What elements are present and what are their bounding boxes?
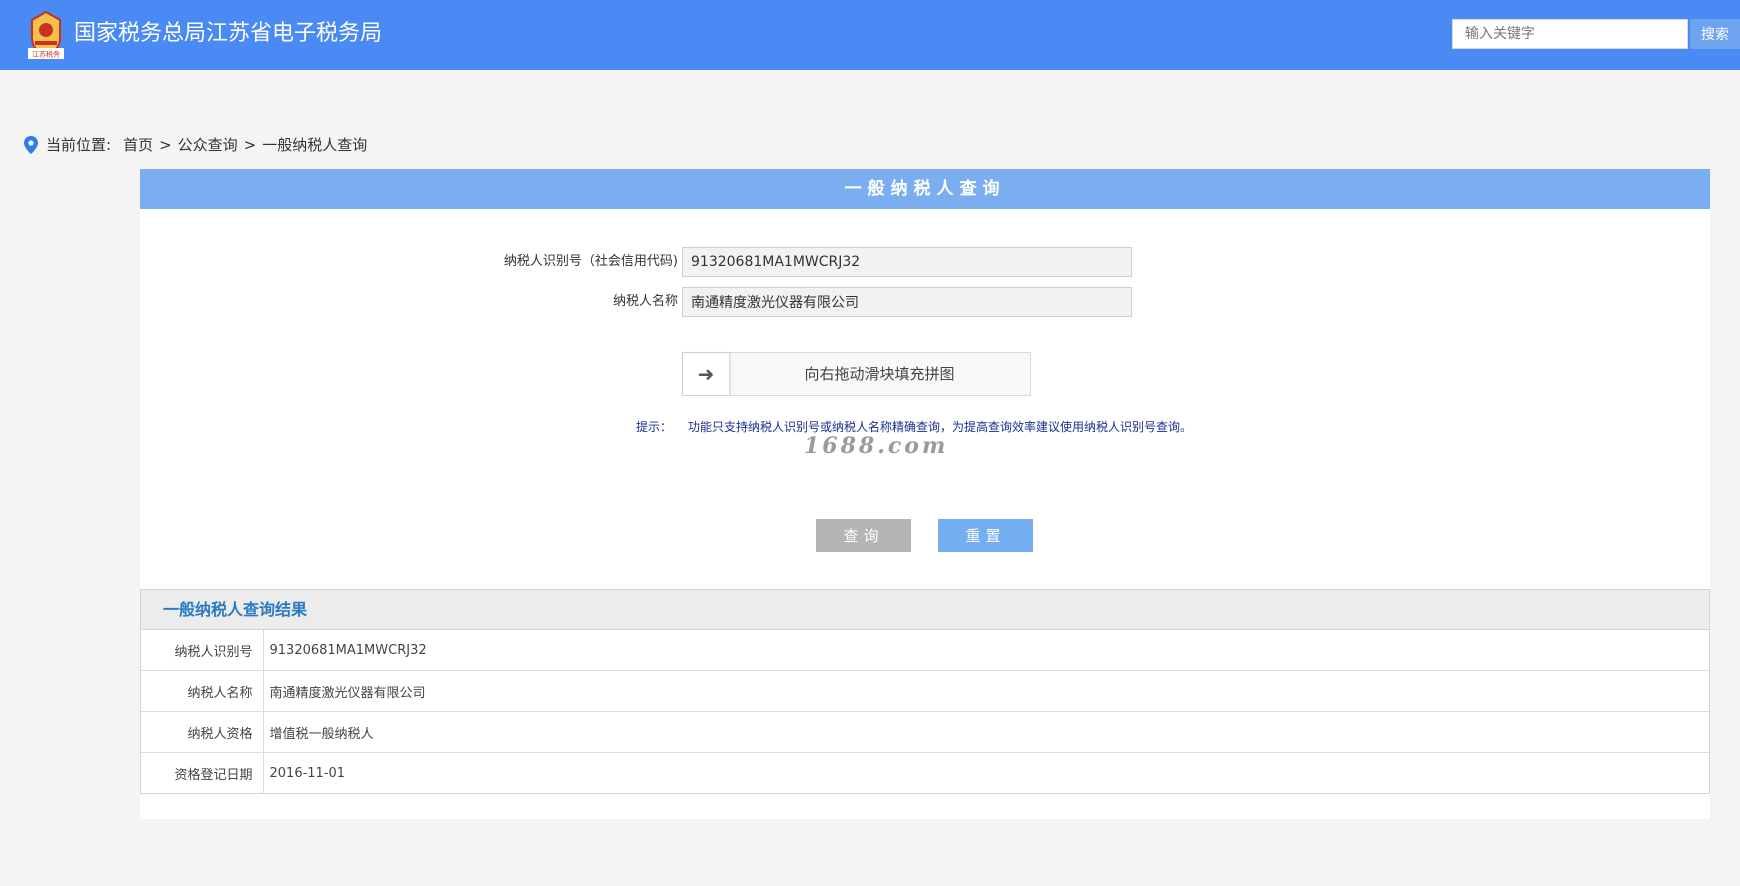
top-header: 江苏税务 国家税务总局江苏省电子税务局 搜索 — [0, 0, 1740, 70]
breadcrumb-current: 一般纳税人查询 — [262, 136, 368, 154]
panel-title: 一般纳税人查询 — [140, 169, 1710, 209]
arrow-right-icon: ➜ — [697, 362, 715, 386]
row-value: 91320681MA1MWCRJ32 — [269, 642, 427, 658]
taxpayer-name-label: 纳税人名称 — [612, 294, 678, 309]
result-section: 一般纳税人查询结果 纳税人识别号 91320681MA1MWCRJ32 纳税人名… — [140, 589, 1710, 794]
row-key: 纳税人识别号 — [141, 630, 264, 671]
taxpayer-id-input[interactable] — [682, 247, 1132, 277]
search-input[interactable] — [1452, 19, 1688, 49]
site-title[interactable]: 国家税务总局江苏省电子税务局 — [74, 18, 382, 50]
breadcrumb-home-link[interactable]: 首页 — [123, 134, 153, 156]
row-key: 纳税人名称 — [141, 670, 264, 712]
captcha-slider[interactable]: ➜ 向右拖动滑块填充拼图 — [682, 352, 1031, 396]
taxpayer-name-input[interactable] — [682, 287, 1132, 317]
table-row: 纳税人识别号 91320681MA1MWCRJ32 — [141, 630, 1709, 671]
result-table: 纳税人识别号 91320681MA1MWCRJ32 纳税人名称 南通精度激光仪器… — [141, 630, 1709, 793]
table-row: 资格登记日期 2016-11-01 — [141, 752, 1709, 793]
tax-emblem-icon[interactable]: 江苏税务 — [26, 10, 66, 60]
breadcrumb-separator: > — [243, 136, 257, 154]
query-button[interactable]: 查询 — [816, 519, 911, 552]
watermark: 1688.com — [804, 433, 949, 459]
emblem-text: 江苏税务 — [32, 50, 60, 59]
row-key: 资格登记日期 — [141, 752, 264, 793]
slider-text: 向右拖动滑块填充拼图 — [804, 365, 955, 383]
row-value: 南通精度激光仪器有限公司 — [263, 670, 1709, 712]
breadcrumb-separator: > — [159, 136, 172, 154]
result-title: 一般纳税人查询结果 — [141, 590, 1709, 630]
breadcrumb-label: 当前位置: — [46, 136, 112, 154]
slider-handle[interactable]: ➜ — [683, 353, 730, 395]
row-value: 2016-11-01 — [263, 752, 1709, 793]
query-panel: 一般纳税人查询 纳税人识别号（社会信用代码) 纳税人名称 ➜ 向右拖动滑块填充拼… — [140, 169, 1710, 819]
location-pin-icon — [24, 136, 38, 154]
taxpayer-id-label: 纳税人识别号（社会信用代码) — [503, 254, 678, 269]
row-key: 纳税人资格 — [141, 711, 264, 753]
tip-content: 功能只支持纳税人识别号或纳税人名称精确查询，为提高查询效率建议使用纳税人识别号查… — [688, 420, 1193, 434]
table-row: 纳税人资格 增值税一般纳税人 — [141, 711, 1709, 753]
table-row: 纳税人名称 南通精度激光仪器有限公司 — [141, 670, 1709, 712]
row-value: 增值税一般纳税人 — [263, 711, 1709, 753]
breadcrumb-public-query-link[interactable]: 公众查询 — [178, 134, 238, 156]
tip-label: 提示： — [636, 420, 673, 434]
breadcrumb: 当前位置: 首页 > 公众查询 > 一般纳税人查询 — [24, 134, 367, 156]
reset-button[interactable]: 重置 — [938, 519, 1033, 552]
search-button[interactable]: 搜索 — [1690, 19, 1740, 49]
